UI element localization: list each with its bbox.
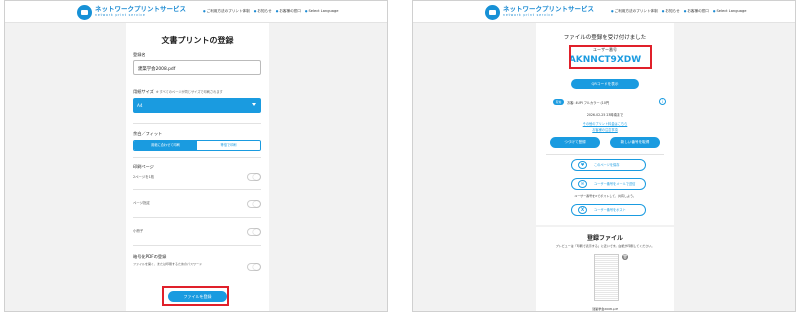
save-page-label: このページを保存 — [594, 163, 620, 167]
continue-register-button[interactable]: つづけて登録 — [550, 137, 600, 148]
print-pages-toggle[interactable] — [247, 173, 261, 181]
print-pages-label: 印刷ページ — [133, 164, 154, 169]
page-title: 文書プリントの登録 — [161, 36, 234, 45]
mail-icon: ✉ — [578, 180, 587, 188]
x-post-label: ユーザー番号をポスト — [594, 208, 626, 212]
email-number-button[interactable]: ✉ ユーザー番号をメールで送信 — [571, 178, 646, 190]
email-number-label: ユーザー番号をメールで送信 — [594, 182, 636, 186]
right-screenshot: ネットワークプリントサービス network print service ご利用… — [412, 0, 796, 312]
file-preview-thumbnail[interactable] — [594, 254, 619, 301]
nav-item-support[interactable]: お客様の窓口 — [684, 9, 709, 14]
file-name-label: 登録名 — [133, 52, 146, 57]
x-post-button[interactable]: X ユーザー番号をポスト — [571, 204, 646, 216]
fit-label: 余白／フィット — [133, 131, 163, 136]
x-share-note: ユーザー番号をXでポストして、共有しよう。 — [574, 194, 636, 198]
left-screenshot: ネットワークプリントサービス network print service ご利用… — [4, 0, 388, 312]
paper-size-label: 用紙サイズ ※ すべてのページが同じサイズで印刷されます — [133, 89, 223, 95]
received-title: ファイルの登録を受け付けました — [563, 35, 647, 41]
secure-pdf-label: 暗号化PDFの登録 — [133, 254, 167, 259]
divider — [133, 217, 261, 218]
nav-item-support[interactable]: お客様の窓口 — [276, 9, 301, 14]
printer-logo-icon — [485, 5, 500, 20]
register-form-panel: 文書プリントの登録 登録名 建築学会2008.pdf 用紙サイズ ※ すべてのペー… — [126, 23, 269, 311]
logo-text: ネットワークプリントサービス — [95, 5, 186, 13]
divider — [546, 154, 664, 155]
printer-logo-icon — [77, 5, 92, 20]
fit-option-fit-to-paper[interactable]: 用紙に合わせて印刷 — [134, 141, 197, 150]
notes-link[interactable]: お客様の注意事項 — [536, 127, 674, 132]
logo-subtitle: network print service — [503, 13, 554, 17]
site-header: ネットワークプリントサービス network print service ご利用… — [5, 1, 387, 23]
trash-icon[interactable]: 🗑 — [622, 254, 628, 260]
site-logo[interactable]: ネットワークプリントサービス network print service — [77, 5, 186, 20]
site-logo[interactable]: ネットワークプリントサービス network print service — [485, 5, 594, 20]
site-header: ネットワークプリントサービス network print service ご利用… — [413, 1, 795, 23]
staple-toggle[interactable] — [247, 228, 261, 236]
x-logo-icon: X — [578, 206, 587, 214]
logo-subtitle: network print service — [95, 13, 146, 17]
fit-option-actual-size[interactable]: 等倍で印刷 — [197, 141, 260, 150]
bookmark-icon: ♥ — [578, 161, 587, 169]
divider — [133, 189, 261, 190]
status-badge: 有効 — [553, 99, 564, 105]
secure-pdf-toggle[interactable] — [247, 263, 261, 271]
secure-pdf-sub: ファイルを開く、または印刷するためのパスワード — [133, 262, 203, 266]
nav-item-guide[interactable]: ご利用方法のプリント体制 — [611, 9, 658, 14]
price-link[interactable]: その他のプリント料金はこちら — [536, 121, 674, 126]
highlight-box — [162, 286, 229, 306]
nav-item-news[interactable]: お知らせ — [662, 9, 679, 14]
logo-text: ネットワークプリントサービス — [503, 5, 594, 13]
expiry-text: 2026-02-25 23時頃まで — [586, 113, 624, 117]
header-nav: ご利用方法のプリント体制 お知らせ お客様の窓口 Select Language — [203, 9, 339, 14]
nav-item-language[interactable]: Select Language — [305, 9, 339, 14]
header-nav: ご利用方法のプリント体制 お知らせ お客様の窓口 Select Language — [611, 9, 747, 14]
staple-label: 小冊子 — [133, 229, 144, 233]
divider — [133, 157, 261, 158]
new-number-button[interactable]: 新しい番号を取得 — [610, 137, 660, 148]
highlight-box — [569, 45, 652, 69]
fit-segmented-control: 用紙に合わせて印刷 等倍で印刷 — [133, 140, 261, 151]
divider — [133, 245, 261, 246]
nav-item-language[interactable]: Select Language — [713, 9, 747, 14]
file-name-input[interactable]: 建築学会2008.pdf — [133, 60, 261, 75]
registered-files-panel: 登録ファイル プレビューは「印刷で表示する」に近いです。白紙が印刷してください。… — [536, 227, 674, 311]
paper-size-hint: ※ すべてのページが同じサイズで印刷されます — [155, 90, 223, 94]
info-icon[interactable]: i — [659, 98, 666, 105]
nav-item-guide[interactable]: ご利用方法のプリント体制 — [203, 9, 250, 14]
print-pages-sub: 2ページを1枚 — [133, 175, 155, 179]
registered-file-name: 建築学会2008.pdf — [592, 307, 618, 311]
paper-size-label-text: 用紙サイズ — [133, 89, 154, 94]
page-spec-toggle[interactable] — [247, 200, 261, 208]
qr-code-button[interactable]: QRコードを表示 — [571, 79, 639, 89]
page-spec-label: ページ指定 — [133, 201, 150, 205]
registered-files-note: プレビューは「印刷で表示する」に近いです。白紙が印刷してください。 — [555, 244, 655, 248]
save-page-button[interactable]: ♥ このページを保存 — [571, 159, 646, 171]
nav-item-news[interactable]: お知らせ — [254, 9, 271, 14]
paper-size-select[interactable]: A4 — [133, 98, 261, 113]
divider — [133, 123, 261, 124]
registered-files-title: 登録ファイル — [586, 235, 623, 242]
validity-text: お客: 4UPI フルカラー (10円 — [567, 101, 610, 105]
